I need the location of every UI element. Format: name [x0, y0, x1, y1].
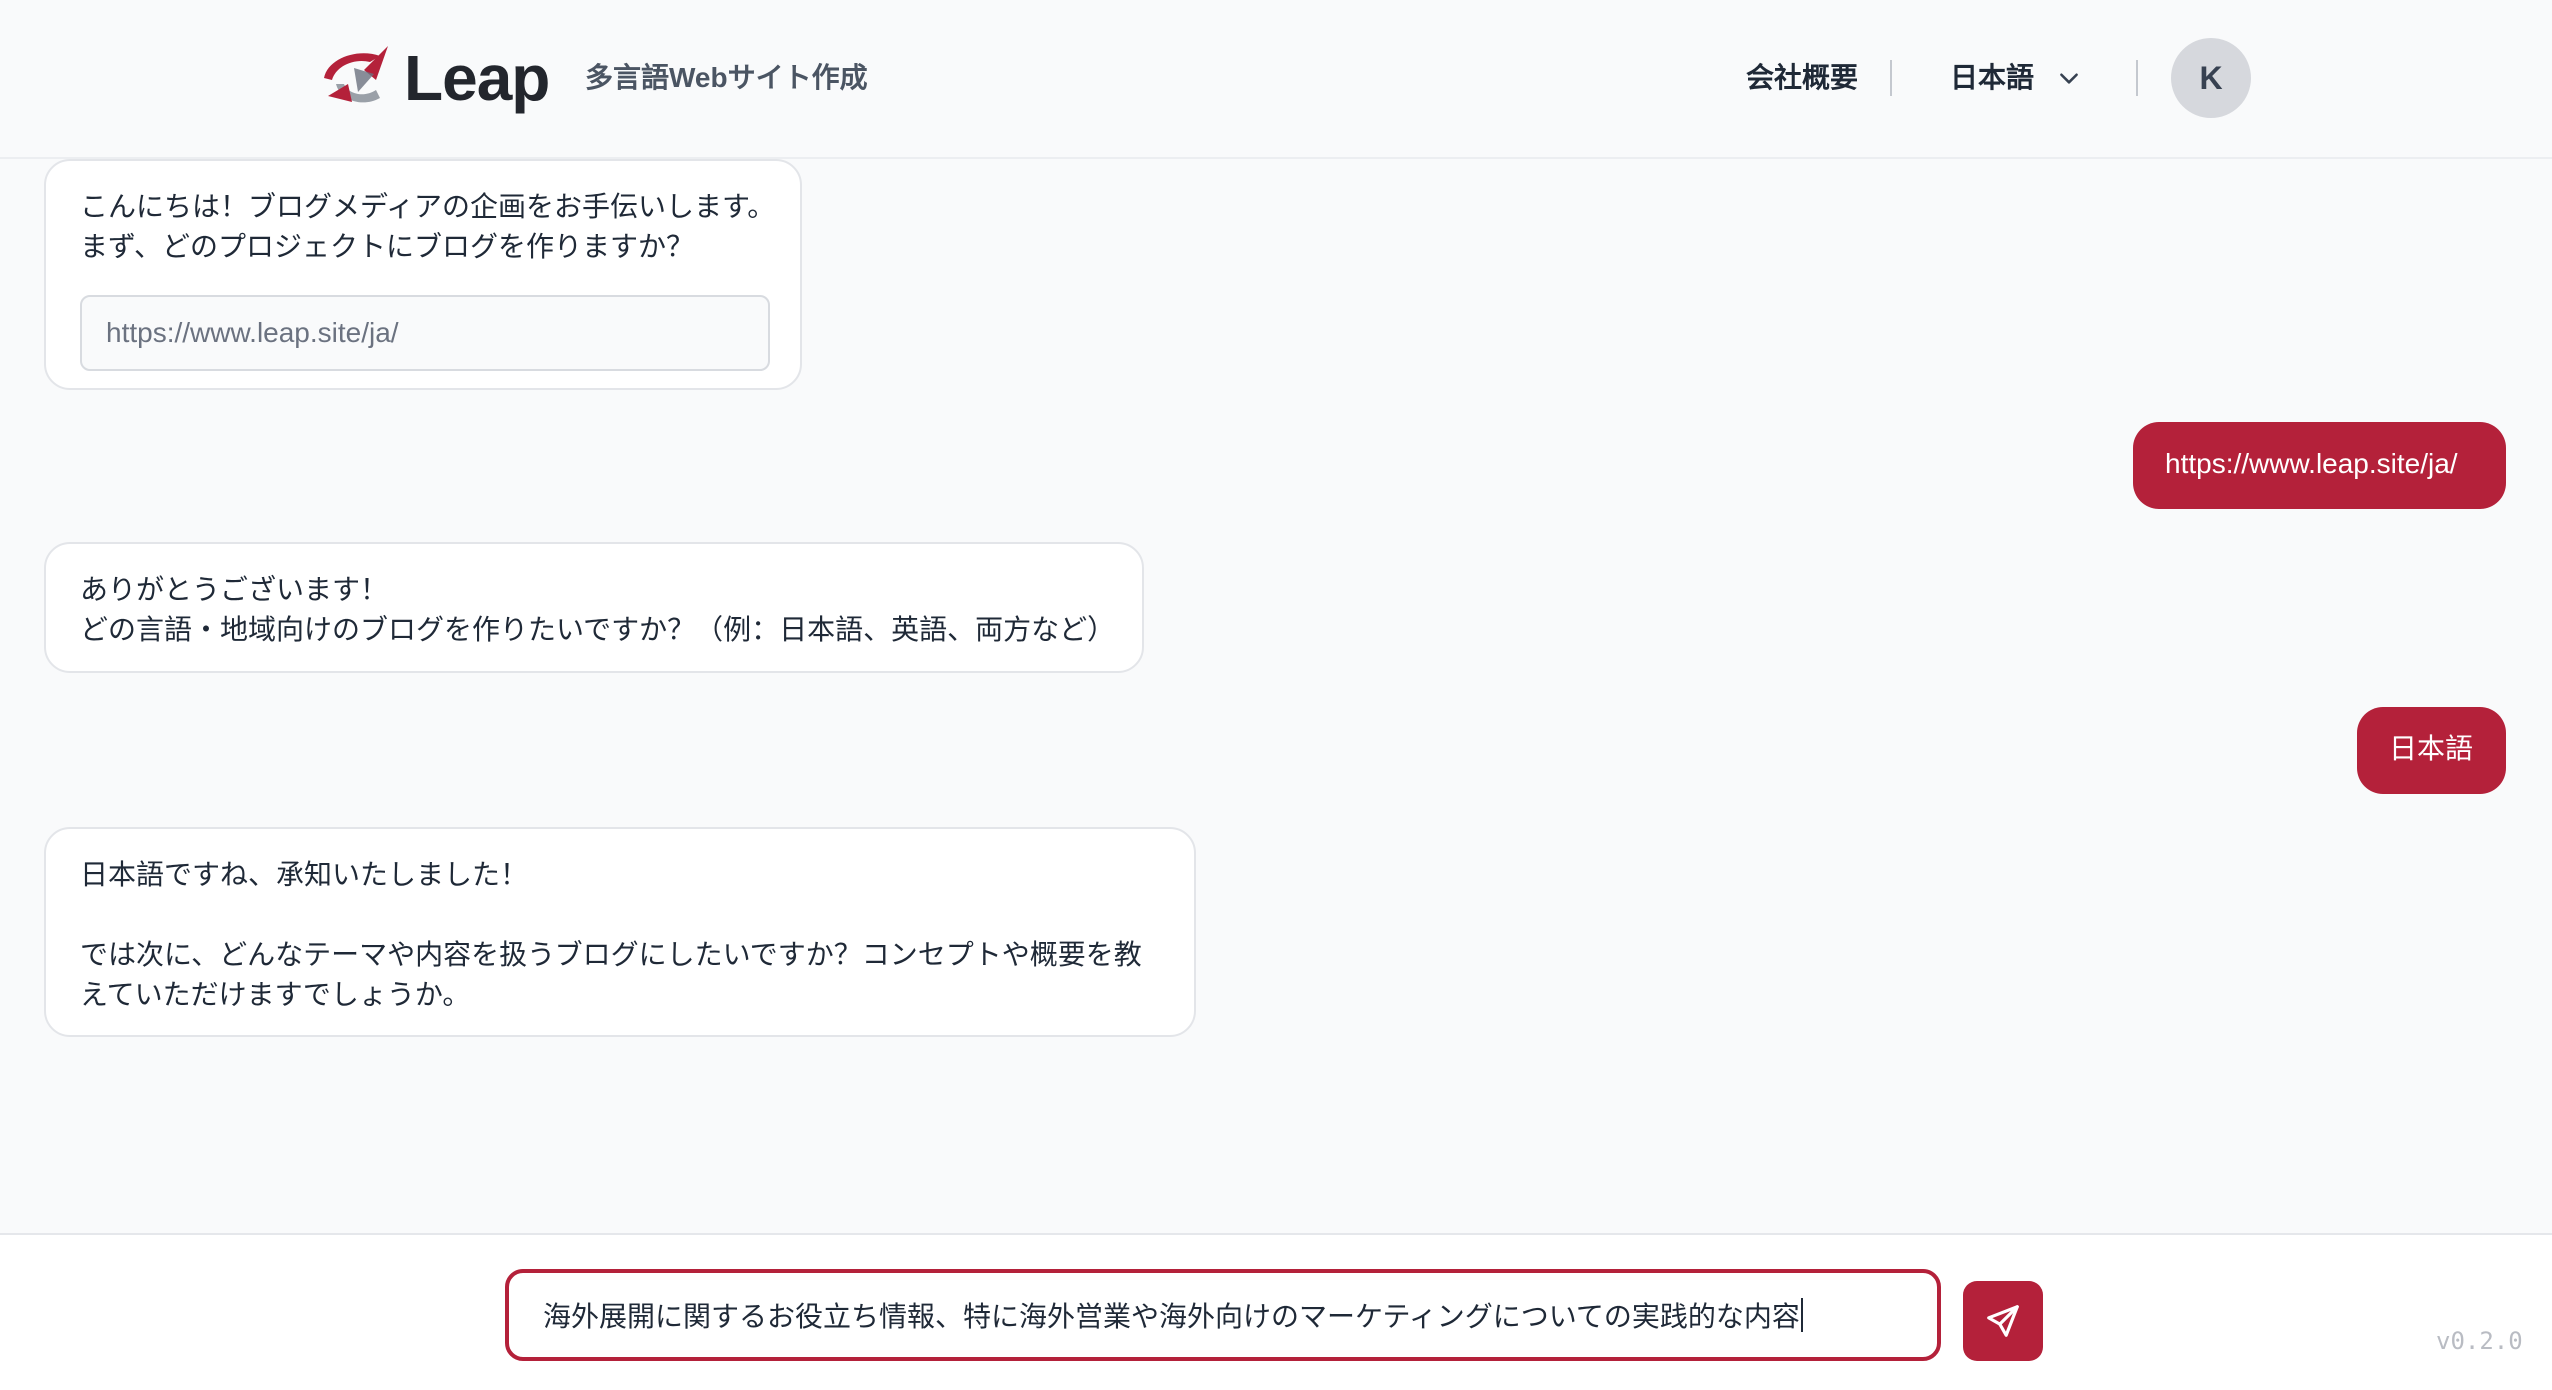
site-tagline: 多言語Webサイト作成 — [585, 62, 868, 93]
message-input-value: 海外展開に関するお役立ち情報、特に海外営業や海外向けのマーケティングについての実… — [543, 1301, 1800, 1332]
send-icon — [1987, 1305, 2019, 1337]
message-text: https://www.leap.site/ja/ — [2165, 448, 2458, 479]
message-input[interactable]: 海外展開に関するお役立ち情報、特に海外営業や海外向けのマーケティングについての実… — [505, 1269, 1941, 1361]
chevron-down-icon — [2060, 73, 2078, 84]
message-line: こんにちは！ブログメディアの企画をお手伝いします。 — [80, 191, 776, 222]
message-line: では次に、どんなテーマや内容を扱うブログにしたいですか？コンセプトや概要を教 — [80, 939, 1142, 970]
message-line: ありがとうございます！ — [80, 574, 389, 605]
leap-logo-icon — [324, 46, 388, 103]
nav-link-about[interactable]: 会社概要 — [1746, 58, 1858, 98]
chat-thread[interactable]: こんにちは！ブログメディアの企画をお手伝いします。 まず、どのプロジェクトにブロ… — [0, 159, 2552, 1233]
message-line: まず、どのプロジェクトにブログを作りますか？ — [80, 231, 695, 262]
logo-text: Leap — [404, 42, 550, 114]
app-header: Leap 多言語Webサイト作成 会社概要 日本語 K — [0, 0, 2552, 159]
assistant-message: こんにちは！ブログメディアの企画をお手伝いします。 まず、どのプロジェクトにブロ… — [44, 159, 802, 390]
version-label: v0.2.0 — [2436, 1327, 2523, 1355]
message-composer: 海外展開に関するお役立ち情報、特に海外営業や海外向けのマーケティングについての実… — [0, 1233, 2552, 1390]
nav-divider — [1890, 60, 1892, 96]
language-select[interactable]: 日本語 — [1950, 58, 2082, 98]
nav-divider — [2136, 60, 2138, 96]
language-select-label: 日本語 — [1950, 62, 2035, 93]
user-message: https://www.leap.site/ja/ — [2133, 422, 2506, 509]
message-line — [80, 895, 1160, 935]
project-url-input[interactable]: https://www.leap.site/ja/ — [80, 295, 770, 371]
assistant-message: 日本語ですね、承知いたしました！ では次に、どんなテーマや内容を扱うブログにした… — [44, 827, 1196, 1037]
send-button[interactable] — [1963, 1281, 2043, 1361]
message-text: 日本語 — [2389, 733, 2474, 764]
text-caret — [1800, 1298, 1803, 1332]
user-avatar[interactable]: K — [2171, 38, 2251, 118]
user-message: 日本語 — [2357, 707, 2506, 794]
leap-logo[interactable]: Leap — [318, 40, 550, 116]
message-line: 日本語ですね、承知いたしました！ — [80, 859, 529, 890]
message-line: えていただけますでしょうか。 — [80, 979, 471, 1010]
assistant-message: ありがとうございます！ どの言語・地域向けのブログを作りたいですか？（例：日本語… — [44, 542, 1144, 673]
message-line: どの言語・地域向けのブログを作りたいですか？（例：日本語、英語、両方など） — [80, 614, 1116, 645]
